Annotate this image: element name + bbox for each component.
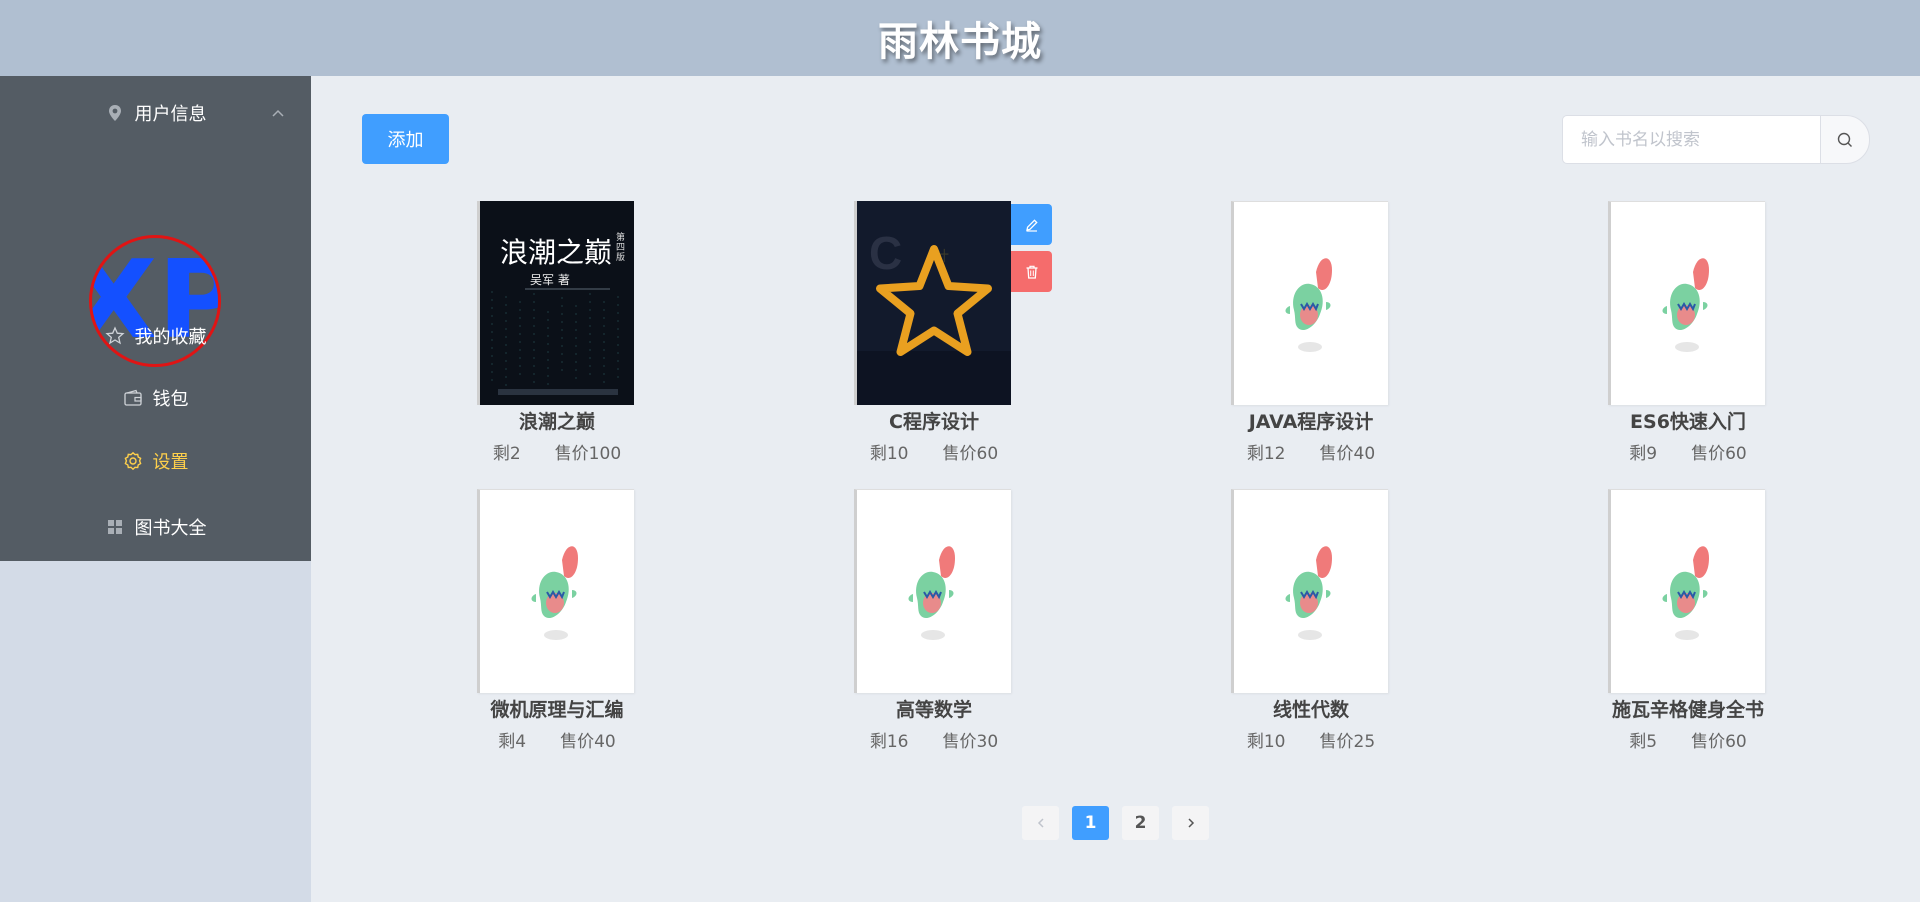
book-cover[interactable]: 浪潮之巅 第四版 吴军 著	[477, 201, 634, 405]
book-meta: 剩16 售价30	[819, 727, 1049, 752]
sidebar-item-label: 钱包	[152, 389, 189, 410]
page-button-1[interactable]: 1	[1072, 806, 1109, 840]
prev-page-button[interactable]	[1022, 806, 1059, 840]
sidebar-item-settings[interactable]: 设置	[0, 437, 311, 485]
book-price: 售价60	[1691, 732, 1747, 752]
book-cover[interactable]	[477, 489, 634, 693]
sidebar-item-label: 用户信息	[134, 104, 207, 125]
next-page-button[interactable]	[1172, 806, 1209, 840]
book-stock: 剩5	[1629, 732, 1658, 752]
chevron-left-icon	[1035, 817, 1047, 829]
book-title: ES6快速入门	[1630, 411, 1746, 433]
book-card: 施瓦辛格健身全书 剩5 售价60	[1573, 489, 1773, 759]
delete-book-button[interactable]	[1011, 251, 1052, 292]
book-price: 售价100	[554, 444, 622, 464]
book-price: 售价60	[942, 444, 999, 464]
book-price: 售价25	[1319, 732, 1376, 752]
book-meta: 剩9 售价60	[1573, 439, 1803, 464]
app-title: 雨林书城	[878, 19, 1042, 65]
book-cover[interactable]	[1231, 201, 1388, 405]
gear-icon	[123, 451, 143, 471]
book-card: 浪潮之巅 第四版 吴军 著 浪潮之巅 剩2 售价100	[442, 201, 642, 471]
app-header: 雨林书城	[0, 0, 1920, 76]
book-meta: 剩4 售价40	[442, 727, 672, 752]
book-stock: 剩10	[1246, 732, 1286, 752]
book-card: JAVA程序设计 剩12 售价40	[1196, 201, 1396, 471]
sidebar-item-all-books[interactable]: 图书大全	[0, 503, 311, 551]
book-cover[interactable]	[1608, 489, 1765, 693]
book-title: C程序设计	[889, 411, 979, 433]
book-meta: 剩10 售价25	[1196, 727, 1426, 752]
book-cover[interactable]	[1608, 201, 1765, 405]
star-icon	[104, 326, 125, 346]
cover-title-text: 浪潮之巅	[500, 236, 613, 269]
book-stock: 剩10	[869, 444, 909, 464]
placeholder-monster-icon	[1285, 258, 1332, 352]
book-price: 售价40	[560, 732, 616, 752]
book-stock: 剩9	[1629, 444, 1658, 464]
book-meta: 剩5 售价60	[1573, 727, 1803, 752]
sidebar-item-label: 我的收藏	[134, 327, 207, 348]
chevron-right-icon	[1185, 817, 1197, 829]
sidebar-item-label: 图书大全	[134, 518, 207, 539]
book-price: 售价60	[1691, 444, 1747, 464]
favorite-star-icon[interactable]	[869, 239, 999, 369]
book-title: 施瓦辛格健身全书	[1611, 699, 1764, 721]
placeholder-monster-icon	[1662, 546, 1709, 640]
book-meta: 剩10 售价60	[819, 439, 1049, 464]
book-card: 微机原理与汇编 剩4 售价40	[442, 489, 642, 759]
book-title: 微机原理与汇编	[490, 699, 624, 721]
trash-icon	[1024, 264, 1040, 280]
wallet-icon	[123, 388, 143, 408]
book-meta: 剩2 售价100	[442, 439, 672, 464]
edit-book-button[interactable]	[1011, 204, 1052, 245]
book-meta: 剩12 售价40	[1196, 439, 1426, 464]
placeholder-monster-icon	[908, 546, 955, 640]
book-stock: 剩12	[1246, 444, 1286, 464]
sidebar-item-user-info[interactable]: 用户信息	[0, 89, 311, 137]
location-icon	[105, 103, 125, 123]
cover-author-text: 吴军 著	[530, 273, 570, 287]
placeholder-monster-icon	[531, 546, 578, 640]
book-card: 线性代数 剩10 售价25	[1196, 489, 1396, 759]
book-title: 线性代数	[1272, 699, 1349, 721]
book-price: 售价40	[1319, 444, 1376, 464]
sidebar: 用户信息 XP 我的收藏 钱包 设置 图书大全	[0, 76, 311, 561]
search-button[interactable]	[1820, 115, 1870, 164]
grid-icon	[105, 517, 125, 537]
add-book-button[interactable]: 添加	[362, 114, 449, 164]
pencil-icon	[1024, 217, 1040, 233]
cover-edition-text: 第四版	[616, 233, 626, 263]
search-icon	[1836, 131, 1854, 149]
book-title: JAVA程序设计	[1248, 411, 1374, 433]
book-title: 高等数学	[895, 699, 972, 721]
book-card: C 计 C程序设计 剩10 售价60	[819, 201, 1052, 471]
book-stock: 剩2	[492, 444, 521, 464]
book-card: 高等数学 剩16 售价30	[819, 489, 1019, 759]
book-stock: 剩16	[869, 732, 909, 752]
sidebar-item-wallet[interactable]: 钱包	[0, 374, 311, 422]
sidebar-item-favorites[interactable]: 我的收藏	[0, 312, 311, 360]
search-input[interactable]	[1562, 115, 1820, 164]
sidebar-item-label: 设置	[152, 452, 189, 473]
book-cover[interactable]	[1231, 489, 1388, 693]
book-stock: 剩4	[498, 732, 527, 752]
chevron-up-icon[interactable]	[271, 105, 285, 119]
placeholder-monster-icon	[1662, 258, 1709, 352]
book-card: ES6快速入门 剩9 售价60	[1573, 201, 1773, 471]
book-cover[interactable]	[854, 489, 1011, 693]
book-price: 售价30	[942, 732, 999, 752]
book-title: 浪潮之巅	[518, 411, 595, 433]
placeholder-monster-icon	[1285, 546, 1332, 640]
page-button-2[interactable]: 2	[1122, 806, 1159, 840]
